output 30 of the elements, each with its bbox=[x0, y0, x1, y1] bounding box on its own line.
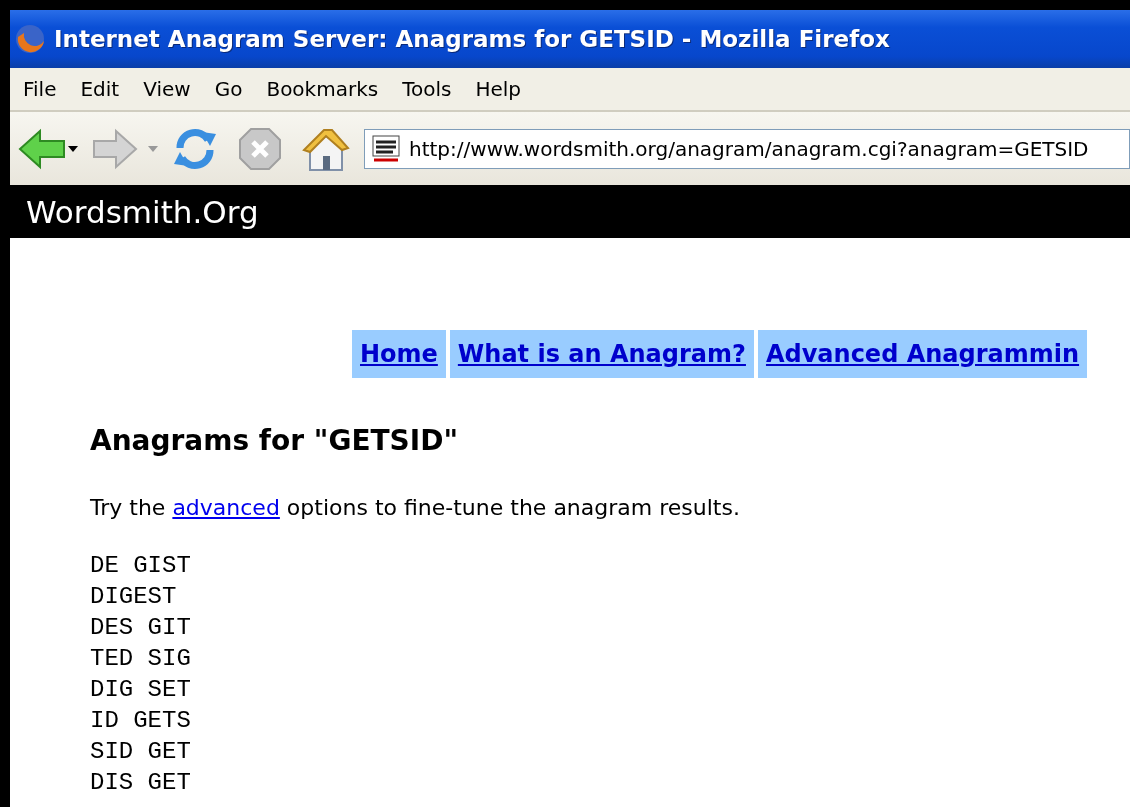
anagram-result: DIG SET bbox=[90, 675, 192, 705]
caret-icon[interactable] bbox=[68, 145, 78, 152]
anagram-result: SID GET bbox=[90, 737, 192, 767]
stop-icon[interactable] bbox=[238, 126, 282, 171]
site-name: Wordsmith.Org bbox=[26, 193, 259, 230]
address-field[interactable]: http://www.wordsmith.org/anagram/anagram.cgi?anagram=GETSID bbox=[364, 128, 1130, 169]
nav-link[interactable]: What is an Anagram? bbox=[449, 330, 754, 378]
nav-link[interactable]: Advanced Anagrammin bbox=[757, 330, 1088, 378]
site-icon bbox=[371, 133, 401, 164]
page-heading: Anagrams for "GETSID" bbox=[90, 424, 460, 457]
menu-item[interactable]: Edit bbox=[73, 77, 137, 101]
anagram-result: DES GIT bbox=[90, 613, 192, 643]
back-arrow-icon[interactable] bbox=[18, 126, 68, 171]
menu-item[interactable]: Go bbox=[207, 77, 260, 101]
anagram-result: ID GETS bbox=[90, 706, 192, 736]
menu-item[interactable]: File bbox=[16, 77, 74, 101]
anagram-result: TED SIG bbox=[90, 644, 192, 674]
menu-item[interactable]: Help bbox=[468, 77, 539, 101]
anagram-result: DE GIST bbox=[90, 551, 192, 581]
forward-arrow-icon[interactable] bbox=[92, 126, 138, 171]
anagram-result: DIGEST bbox=[90, 582, 178, 612]
nav-link[interactable]: Home bbox=[352, 330, 446, 378]
menu-item[interactable]: View bbox=[136, 77, 208, 101]
anagram-result: DIS GET bbox=[90, 768, 192, 798]
window-title: Internet Anagram Server: Anagrams for GETSID - Mozilla Firefox bbox=[54, 26, 890, 52]
intro-text: Try the advanced options to fine-tune the anagram results. bbox=[90, 495, 741, 520]
advanced-link[interactable]: advanced bbox=[172, 495, 280, 520]
firefox-logo-icon bbox=[14, 23, 46, 55]
menu-item[interactable]: Bookmarks bbox=[259, 77, 396, 101]
menu-item[interactable]: Tools bbox=[395, 77, 469, 101]
